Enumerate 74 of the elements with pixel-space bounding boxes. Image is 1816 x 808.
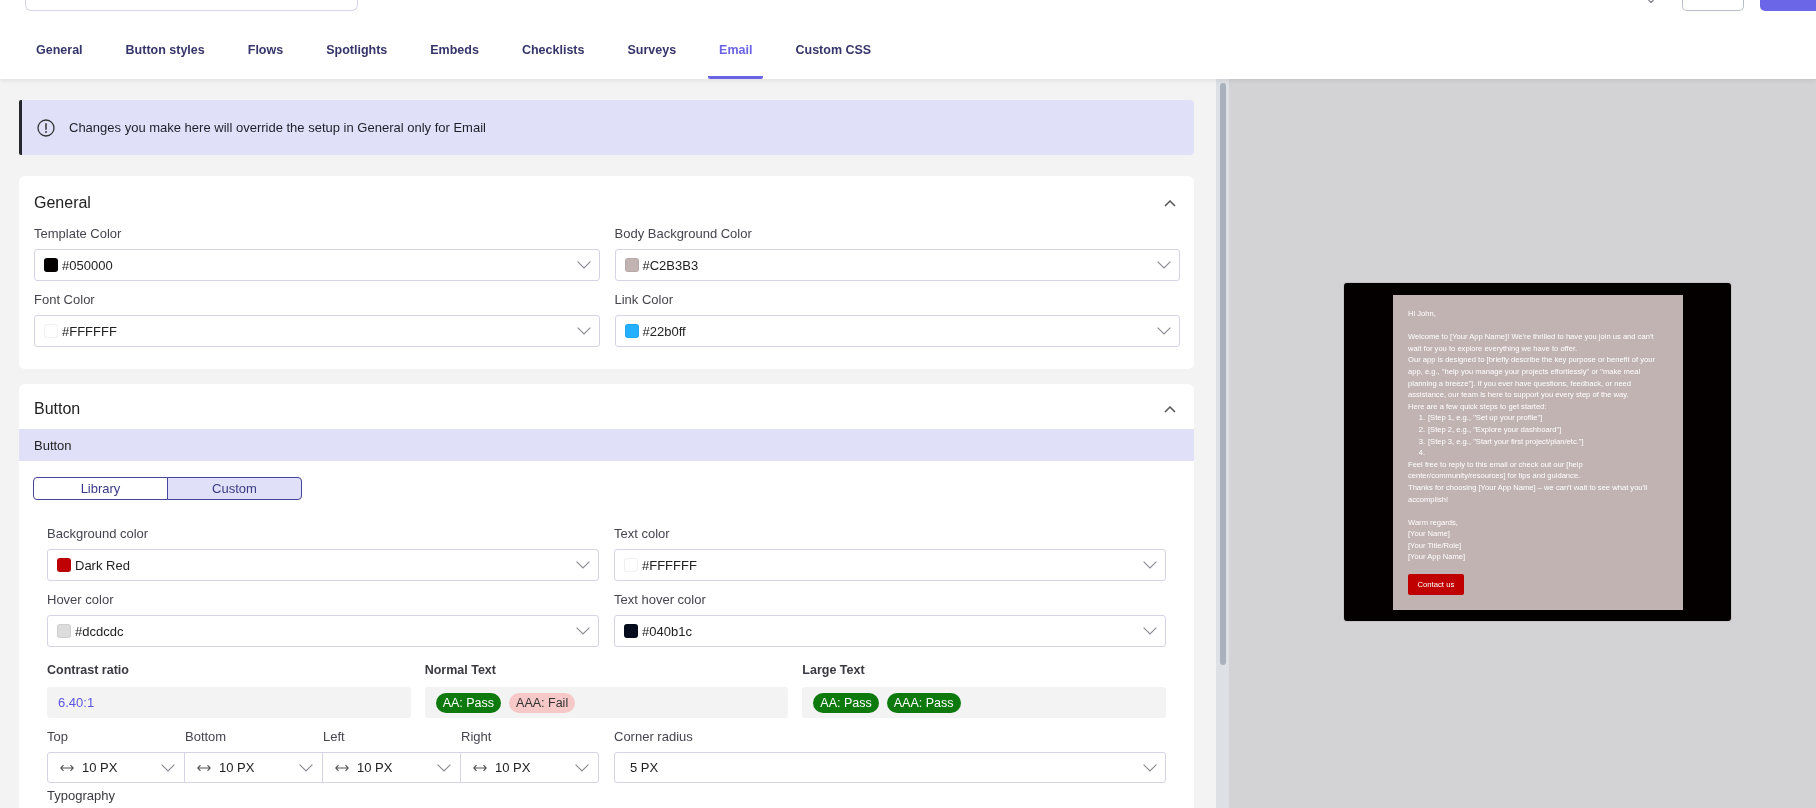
contrast-value: 6.40:1	[47, 687, 411, 718]
field-label: Background color	[47, 525, 150, 543]
chevron-up-icon[interactable]	[1164, 405, 1176, 413]
tab[interactable]: Checklists	[510, 34, 596, 79]
field-label: Large Text	[802, 662, 866, 679]
outline-button[interactable]	[1682, 0, 1744, 11]
field-label: Font Color	[34, 291, 96, 309]
chevron-down-icon	[576, 261, 591, 269]
tab[interactable]: Surveys	[616, 34, 688, 79]
radius-select[interactable]: 5 PX	[614, 752, 1166, 783]
field-label: Typography	[47, 788, 116, 803]
field-label: Right	[461, 728, 493, 746]
primary-button[interactable]	[1760, 0, 1816, 11]
tab[interactable]: General	[25, 34, 94, 79]
status-badge: AAA: Fail	[509, 692, 576, 713]
chevron-down-icon	[1157, 327, 1171, 335]
tab[interactable]: Flows	[236, 34, 295, 79]
chevron-down-icon	[437, 763, 451, 772]
chevron-down-icon	[576, 327, 591, 335]
chevron-down-icon	[1157, 261, 1171, 269]
field-label: Template Color	[34, 225, 123, 243]
status-badge: AA: Pass	[435, 692, 502, 713]
padding-select[interactable]: 10 PX	[184, 752, 323, 783]
padding-select[interactable]: 10 PX	[460, 752, 599, 783]
toggle-option[interactable]: Custom	[167, 477, 302, 500]
tab[interactable]: Button styles	[114, 34, 216, 79]
banner-text: Changes you make here will override the setup in General only for Email	[69, 120, 486, 135]
chevron-down-icon[interactable]	[1648, 0, 1654, 3]
field-label: Bottom	[185, 728, 228, 746]
color-select[interactable]: #FFFFFF	[614, 549, 1166, 581]
exclamation-circle-icon	[37, 118, 55, 137]
padding-select[interactable]: 10 PX	[322, 752, 461, 783]
field-label: Hover color	[47, 591, 115, 609]
chevron-down-icon	[1143, 627, 1157, 635]
color-select[interactable]: #dcdcdc	[47, 615, 599, 647]
subsection-header: Button	[19, 429, 1194, 461]
field-label: Text hover color	[614, 591, 707, 609]
color-select[interactable]: Dark Red	[47, 549, 599, 581]
field-label: Normal Text	[424, 662, 497, 679]
double-arrow-icon	[473, 763, 487, 772]
field-label: Contrast ratio	[47, 662, 130, 679]
chevron-down-icon	[576, 561, 590, 569]
color-select[interactable]: #FFFFFF	[34, 315, 600, 347]
field-label: Link Color	[614, 291, 675, 309]
field-label: Left	[323, 728, 346, 746]
tab[interactable]: Custom CSS	[784, 34, 883, 79]
status-badge: AAA: Pass	[886, 692, 961, 713]
double-arrow-icon	[197, 763, 211, 772]
color-select[interactable]: #050000	[34, 249, 600, 281]
field-label: Text color	[614, 525, 671, 543]
field-label: Top	[47, 728, 69, 746]
toggle-option[interactable]: Library	[33, 477, 168, 500]
field-label: Corner radius	[614, 728, 694, 746]
scrollbar-thumb[interactable]	[1220, 83, 1226, 665]
double-arrow-icon	[335, 763, 349, 772]
padding-select[interactable]: 10 PX	[47, 752, 185, 783]
section-title: General	[34, 194, 91, 212]
text-field[interactable]	[25, 0, 358, 11]
section-title: Button	[34, 400, 81, 418]
chevron-down-icon	[1143, 561, 1157, 569]
color-select[interactable]: #22b0ff	[614, 315, 1180, 347]
chevron-up-icon[interactable]	[1164, 199, 1176, 207]
chevron-down-icon	[1143, 763, 1157, 772]
chevron-down-icon	[576, 627, 590, 635]
status-badge: AA: Pass	[813, 692, 879, 713]
double-arrow-icon	[60, 763, 74, 772]
chevron-down-icon	[299, 763, 313, 772]
color-select[interactable]: #040b1c	[614, 615, 1166, 647]
chevron-down-icon	[161, 763, 175, 772]
color-select[interactable]: #C2B3B3	[614, 249, 1180, 281]
field-label: Body Background Color	[614, 225, 753, 243]
chevron-down-icon	[575, 763, 589, 772]
tab[interactable]: Embeds	[419, 34, 490, 79]
tab[interactable]: Spotlights	[315, 34, 399, 79]
